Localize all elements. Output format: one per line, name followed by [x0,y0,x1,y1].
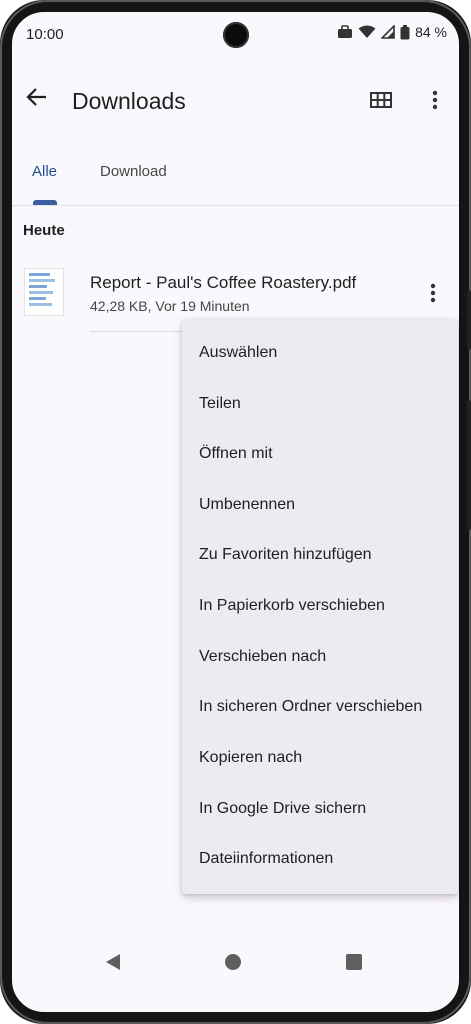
menu-item-auswaehlen[interactable]: Auswählen [199,344,277,362]
arrow-back-icon [26,86,48,113]
battery-percent: 84 % [415,24,447,40]
section-header: Heute [23,222,65,239]
file-more-button[interactable] [425,282,441,308]
menu-item-oeffnen-mit[interactable]: Öffnen mit [199,445,273,463]
back-button[interactable] [22,84,52,114]
menu-item-teilen[interactable]: Teilen [199,395,241,413]
tab-bar: Alle Download [12,150,459,206]
file-name: Report - Paul's Coffee Roastery.pdf [90,273,357,292]
navigation-bar [12,940,459,984]
tab-alle[interactable]: Alle [32,163,57,180]
front-camera [223,22,249,48]
menu-item-google-drive[interactable]: In Google Drive sichern [199,800,366,818]
menu-item-verschieben-nach[interactable]: Verschieben nach [199,648,326,666]
status-bar: 10:00 84 % [12,12,459,56]
app-bar: Downloads [12,70,459,138]
nav-back-icon[interactable] [104,953,122,976]
tab-download[interactable]: Download [100,163,167,180]
status-time: 10:00 [26,26,64,43]
menu-item-umbenennen[interactable]: Umbenennen [199,496,295,514]
context-menu: Auswählen Teilen Öffnen mit Umbenennen Z… [182,319,458,894]
grid-view-icon [370,91,392,113]
wifi-icon [358,25,376,39]
more-options-button[interactable] [425,88,445,116]
file-meta: 42,28 KB, Vor 19 Minuten [90,298,250,314]
status-icons: 84 % [337,24,447,40]
tab-indicator [33,200,57,205]
menu-item-dateiinformationen[interactable]: Dateiinformationen [199,850,333,868]
nav-home-icon[interactable] [225,954,241,970]
pdf-thumbnail-icon [24,268,64,316]
signal-icon [381,25,395,39]
battery-icon [400,24,410,40]
nav-recents-icon[interactable] [346,954,362,970]
more-vert-icon [430,283,436,308]
volume-button [467,290,471,350]
menu-item-sicherer-ordner[interactable]: In sicheren Ordner verschieben [199,698,422,716]
briefcase-icon [337,25,353,39]
menu-item-kopieren-nach[interactable]: Kopieren nach [199,749,302,767]
page-title: Downloads [72,88,186,114]
menu-item-papierkorb[interactable]: In Papierkorb verschieben [199,597,385,615]
power-button [467,400,471,530]
more-vert-icon [432,90,438,115]
menu-item-favoriten[interactable]: Zu Favoriten hinzufügen [199,546,372,564]
grid-view-button[interactable] [367,88,395,116]
